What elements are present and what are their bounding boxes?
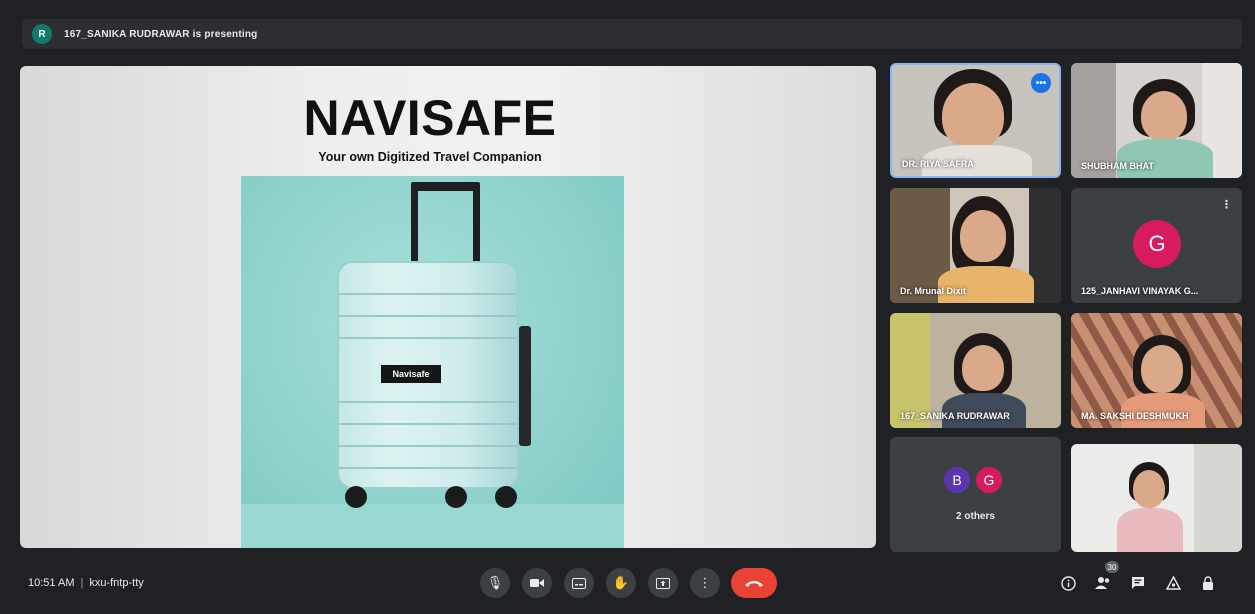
participant-tile[interactable]: SHUBHAM BHAT: [1071, 63, 1242, 178]
participant-tile[interactable]: MA. SAKSHI DESHMUKH: [1071, 313, 1242, 428]
camera-button[interactable]: [522, 568, 552, 598]
meeting-info: 10:51 AM | kxu-fntp-tty: [28, 577, 144, 589]
luggage-tag: Navisafe: [381, 365, 441, 383]
wheel-icon: [445, 486, 467, 508]
end-call-icon: [745, 580, 763, 587]
host-controls-button[interactable]: [1197, 572, 1219, 594]
info-icon: [1060, 575, 1076, 591]
participant-tile[interactable]: ••• DR. RIYA SAFRA: [890, 63, 1061, 178]
participant-count-badge: 30: [1105, 561, 1119, 573]
meeting-details-button[interactable]: [1057, 572, 1079, 594]
participant-name: MA. SAKSHI DESHMUKH: [1081, 411, 1189, 421]
suitcase-handle-right: [473, 184, 480, 266]
others-count: 2 others: [956, 511, 995, 522]
raise-hand-button[interactable]: ✋: [606, 568, 636, 598]
participant-name: 167_SANIKA RUDRAWAR: [900, 411, 1010, 421]
participant-tile[interactable]: [1071, 444, 1242, 552]
floor: [241, 504, 624, 548]
camera-icon: [530, 579, 544, 587]
present-icon: [656, 577, 670, 589]
participant-avatar: G: [1133, 220, 1181, 268]
present-button[interactable]: [648, 568, 678, 598]
captions-button[interactable]: [564, 568, 594, 598]
suitcase-image: Navisafe: [241, 176, 624, 548]
clock-time: 10:51 AM: [28, 577, 75, 589]
more-options-icon[interactable]: ⋮: [1221, 198, 1232, 211]
presenting-text: 167_SANIKA RUDRAWAR is presenting: [64, 28, 258, 40]
participant-tile[interactable]: 167_SANIKA RUDRAWAR: [890, 313, 1061, 428]
suitcase-handle: [411, 182, 480, 191]
suitcase-side-grip: [519, 326, 531, 446]
speaking-indicator-icon: •••: [1031, 73, 1051, 93]
participant-name: Dr. Mrunal Dixit: [900, 286, 967, 296]
suitcase-handle-left: [411, 184, 418, 266]
people-button[interactable]: [1092, 572, 1114, 594]
participant-tile[interactable]: ⋮ G 125_JANHAVI VINAYAK G...: [1071, 188, 1242, 303]
microphone-button[interactable]: 🎙: [480, 568, 510, 598]
participant-name: 125_JANHAVI VINAYAK G...: [1081, 286, 1199, 296]
wheel-icon: [345, 486, 367, 508]
presentation-stage[interactable]: NAVISAFE Your own Digitized Travel Compa…: [20, 66, 876, 548]
participant-tile[interactable]: Dr. Mrunal Dixit: [890, 188, 1061, 303]
wheel-icon: [495, 486, 517, 508]
meeting-code[interactable]: kxu-fntp-tty: [89, 577, 143, 589]
captions-icon: [572, 577, 586, 589]
slide-title: NAVISAFE: [303, 90, 557, 146]
presenter-avatar: R: [32, 24, 52, 44]
slide-subtitle: Your own Digitized Travel Companion: [318, 150, 542, 164]
more-options-button[interactable]: ⋮: [690, 568, 720, 598]
chat-button[interactable]: [1127, 572, 1149, 594]
hand-icon: ✋: [612, 575, 630, 590]
more-vert-icon: ⋮: [698, 575, 712, 590]
participant-avatar: G: [974, 465, 1004, 495]
people-icon: [1095, 577, 1110, 589]
participant-tile-others[interactable]: B G 2 others: [890, 437, 1061, 552]
participant-avatar: B: [942, 465, 972, 495]
participant-name: SHUBHAM BHAT: [1081, 161, 1154, 171]
suitcase-body: Navisafe: [337, 261, 519, 489]
participant-name: DR. RIYA SAFRA: [902, 159, 974, 169]
lock-icon: [1203, 575, 1213, 590]
activities-button[interactable]: [1162, 572, 1184, 594]
presenting-banner: R 167_SANIKA RUDRAWAR is presenting: [22, 19, 1242, 49]
activities-icon: [1165, 576, 1181, 590]
end-call-button[interactable]: [731, 568, 777, 598]
microphone-icon: 🎙: [486, 575, 504, 590]
chat-icon: [1132, 577, 1144, 589]
